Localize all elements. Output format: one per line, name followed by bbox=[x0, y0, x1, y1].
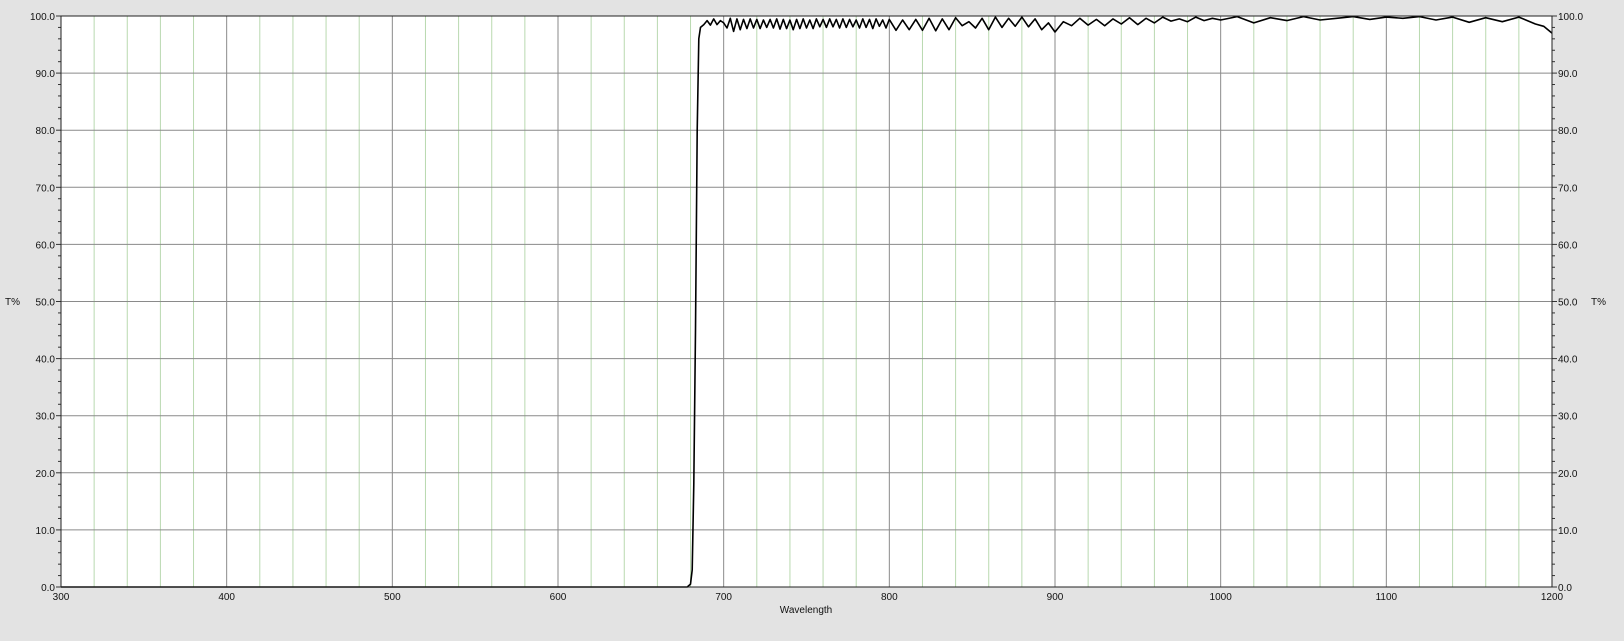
x-tick-label: 800 bbox=[881, 592, 898, 603]
y-tick-label-left: 100.0 bbox=[30, 12, 55, 23]
x-tick-label: 500 bbox=[384, 592, 401, 603]
y-tick-label-right: 50.0 bbox=[1558, 298, 1578, 309]
transmission-chart: 300 400 500 600 700 800 900 1000 1100 1200 0.010.… bbox=[0, 0, 1624, 641]
y-tick-label-left: 10.0 bbox=[36, 526, 56, 537]
y-tick-label-left: 0.0 bbox=[41, 583, 55, 594]
y-tick-label-right: 10.0 bbox=[1558, 526, 1578, 537]
y-tick-label-right: 70.0 bbox=[1558, 183, 1578, 194]
y-tick-label-left: 60.0 bbox=[36, 240, 56, 251]
y-tick-label-right: 20.0 bbox=[1558, 469, 1578, 480]
y-tick-label-left: 50.0 bbox=[36, 298, 56, 309]
y-tick-label-right: 30.0 bbox=[1558, 412, 1578, 423]
x-axis-title: Wavelength bbox=[780, 605, 832, 616]
y-axis-title-left: T% bbox=[5, 297, 20, 308]
y-tick-label-left: 30.0 bbox=[36, 412, 56, 423]
x-tick-label: 300 bbox=[53, 592, 70, 603]
y-tick-label-left: 90.0 bbox=[36, 69, 56, 80]
x-tick-label: 1100 bbox=[1376, 592, 1398, 603]
y-tick-label-right: 0.0 bbox=[1558, 583, 1572, 594]
y-tick-label-left: 80.0 bbox=[36, 126, 56, 137]
y-tick-label-left: 40.0 bbox=[36, 355, 56, 366]
y-tick-label-right: 40.0 bbox=[1558, 355, 1578, 366]
y-tick-label-right: 100.0 bbox=[1558, 12, 1583, 23]
y-tick-label-right: 60.0 bbox=[1558, 240, 1578, 251]
x-tick-label: 1000 bbox=[1210, 592, 1233, 603]
y-tick-label-left: 20.0 bbox=[36, 469, 56, 480]
x-tick-label: 600 bbox=[550, 592, 567, 603]
y-axis-title-right: T% bbox=[1591, 297, 1606, 308]
x-tick-label: 900 bbox=[1047, 592, 1064, 603]
y-tick-label-right: 80.0 bbox=[1558, 126, 1578, 137]
y-tick-label-left: 70.0 bbox=[36, 183, 56, 194]
x-tick-label: 400 bbox=[218, 592, 235, 603]
x-tick-label: 700 bbox=[715, 592, 732, 603]
y-tick-label-right: 90.0 bbox=[1558, 69, 1578, 80]
